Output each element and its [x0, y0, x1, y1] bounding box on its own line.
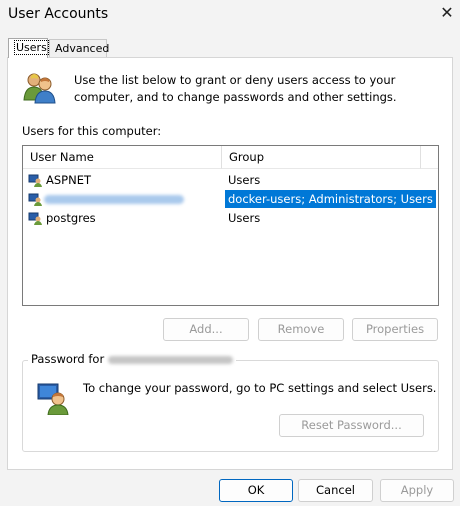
cancel-button[interactable]: Cancel: [298, 479, 373, 502]
remove-button[interactable]: Remove: [258, 318, 344, 341]
column-header-user-name[interactable]: User Name: [23, 146, 222, 169]
users-list-label: Users for this computer:: [22, 124, 162, 138]
user-computer-icon: [28, 193, 42, 206]
user-name: ASPNET: [46, 173, 91, 187]
tab-users[interactable]: Users: [8, 38, 49, 58]
user-group: Users: [228, 173, 261, 187]
user-computer-icon: [28, 174, 42, 187]
user-computer-icon: [28, 212, 42, 225]
intro-text: Use the list below to grant or deny user…: [74, 73, 397, 104]
email-redacted: [107, 355, 233, 364]
column-header-filler: [421, 146, 438, 169]
ok-button[interactable]: OK: [219, 479, 293, 502]
password-group-label: Password for: [28, 352, 236, 366]
apply-button[interactable]: Apply: [380, 479, 454, 502]
password-group: [22, 360, 439, 452]
user-group: docker-users; Administrators; Users: [225, 190, 436, 208]
user-key-icon: [37, 383, 69, 415]
close-icon[interactable]: ✕: [437, 3, 457, 23]
table-row[interactable]: ASPNET Users: [23, 171, 419, 189]
table-row[interactable]: postgres Users: [23, 209, 419, 227]
user-name-redacted: [44, 190, 184, 208]
password-instructions: To change your password, go to PC settin…: [83, 381, 437, 395]
window-title: User Accounts: [8, 6, 109, 22]
add-button[interactable]: Add...: [163, 318, 249, 341]
tab-users-label: Users: [14, 40, 49, 55]
users-list[interactable]: User Name Group ASPNET Users docker-user…: [22, 145, 439, 306]
users-icon: [23, 73, 56, 104]
tab-advanced[interactable]: Advanced: [49, 39, 109, 57]
properties-button[interactable]: Properties: [352, 318, 438, 341]
reset-password-button[interactable]: Reset Password...: [279, 414, 424, 437]
user-group: Users: [228, 211, 261, 225]
table-row-selected[interactable]: docker-users; Administrators; Users: [23, 190, 436, 208]
column-header-group[interactable]: Group: [222, 146, 421, 169]
user-name: postgres: [46, 211, 96, 225]
